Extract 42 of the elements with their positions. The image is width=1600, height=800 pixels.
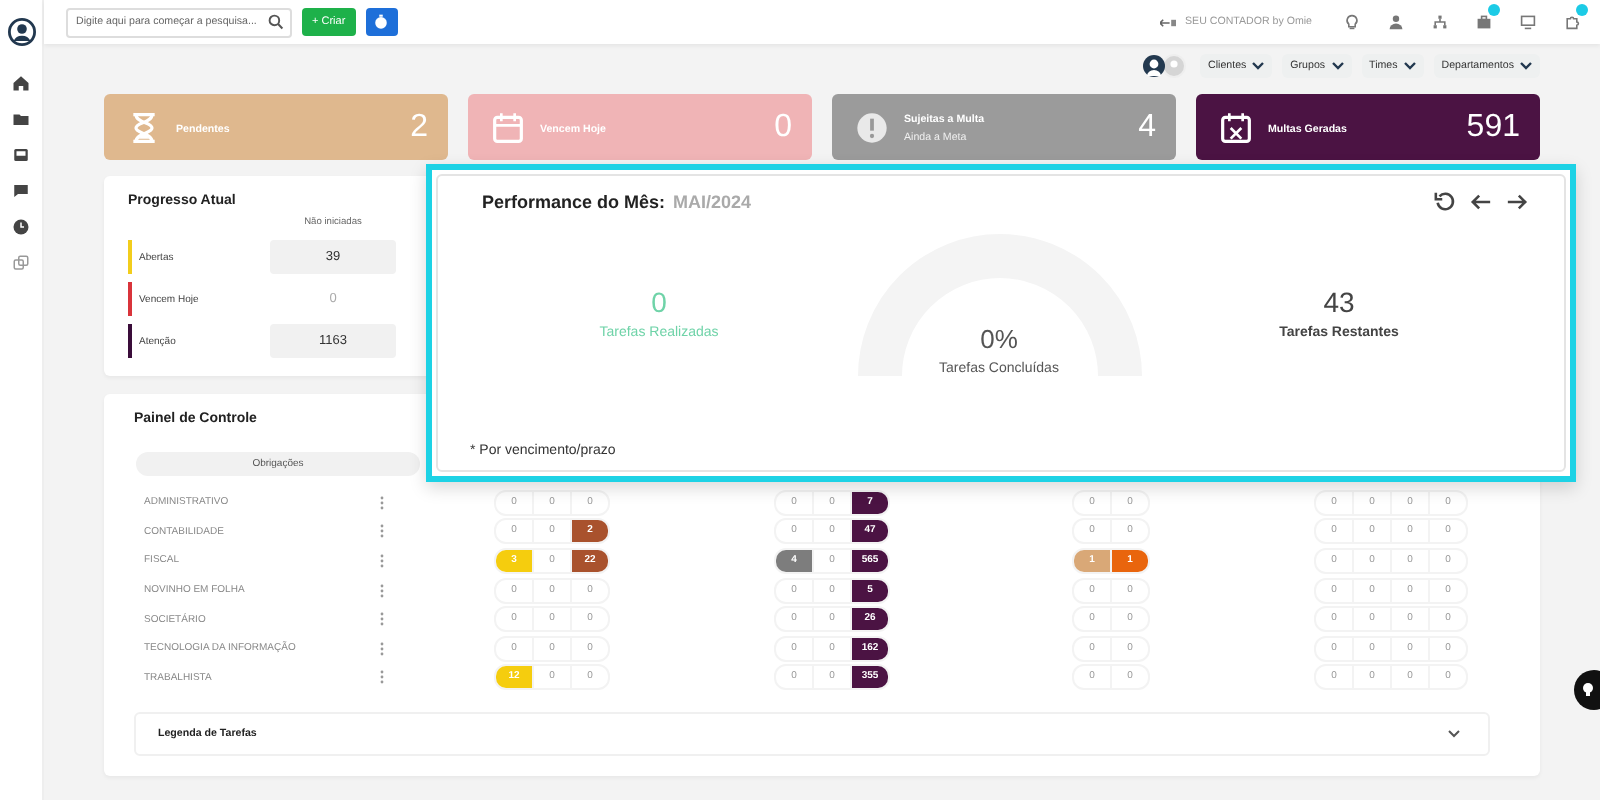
monitor-icon[interactable] — [1519, 14, 1535, 30]
chevron-icon — [1331, 61, 1344, 69]
chevron-icon — [1448, 730, 1460, 739]
card-value: 2 — [410, 109, 428, 145]
bulb-icon — [1582, 682, 1594, 698]
search-icon — [268, 14, 284, 30]
calendar-x-icon — [1220, 111, 1252, 143]
calendar-icon — [492, 111, 524, 143]
notification-badge — [1488, 4, 1500, 16]
card-value: 0 — [774, 109, 792, 145]
card-value: 4 — [1138, 109, 1156, 145]
arrow-right-icon[interactable] — [1506, 191, 1528, 211]
briefcase-icon[interactable] — [1475, 14, 1491, 30]
puzzle-icon[interactable] — [1563, 14, 1579, 30]
network-icon[interactable] — [1431, 14, 1447, 30]
home-icon[interactable] — [12, 74, 30, 92]
refresh-icon[interactable] — [1434, 190, 1456, 212]
hourglass-icon — [128, 111, 160, 143]
user-avatar-icon[interactable] — [1142, 53, 1187, 77]
inbox-icon[interactable] — [12, 146, 30, 164]
percent-value: 0% — [980, 324, 1018, 354]
timer-button[interactable] — [365, 8, 398, 36]
remaining-count: 43 — [1323, 286, 1355, 318]
chat-icon[interactable] — [12, 182, 30, 200]
folder-icon[interactable] — [12, 110, 30, 128]
avatar-icon[interactable] — [7, 18, 35, 46]
card-title: Performance do Mês: — [482, 191, 666, 211]
alert-icon — [856, 111, 888, 143]
card-value: 591 — [1466, 109, 1520, 145]
stopwatch-icon — [374, 14, 389, 30]
clock-icon[interactable] — [12, 218, 30, 236]
chevron-icon — [1403, 61, 1416, 69]
layers-icon[interactable] — [12, 254, 30, 272]
period-label: MAI/2024 — [673, 191, 752, 211]
arrow-left-icon[interactable] — [1470, 191, 1492, 211]
bulb-icon[interactable] — [1343, 14, 1359, 30]
chevron-icon — [1252, 61, 1265, 69]
exit-icon[interactable] — [1159, 17, 1176, 27]
done-count: 0 — [651, 286, 667, 318]
notification-badge — [1576, 4, 1588, 16]
chevron-icon — [1520, 61, 1532, 69]
user-icon[interactable] — [1387, 14, 1403, 30]
